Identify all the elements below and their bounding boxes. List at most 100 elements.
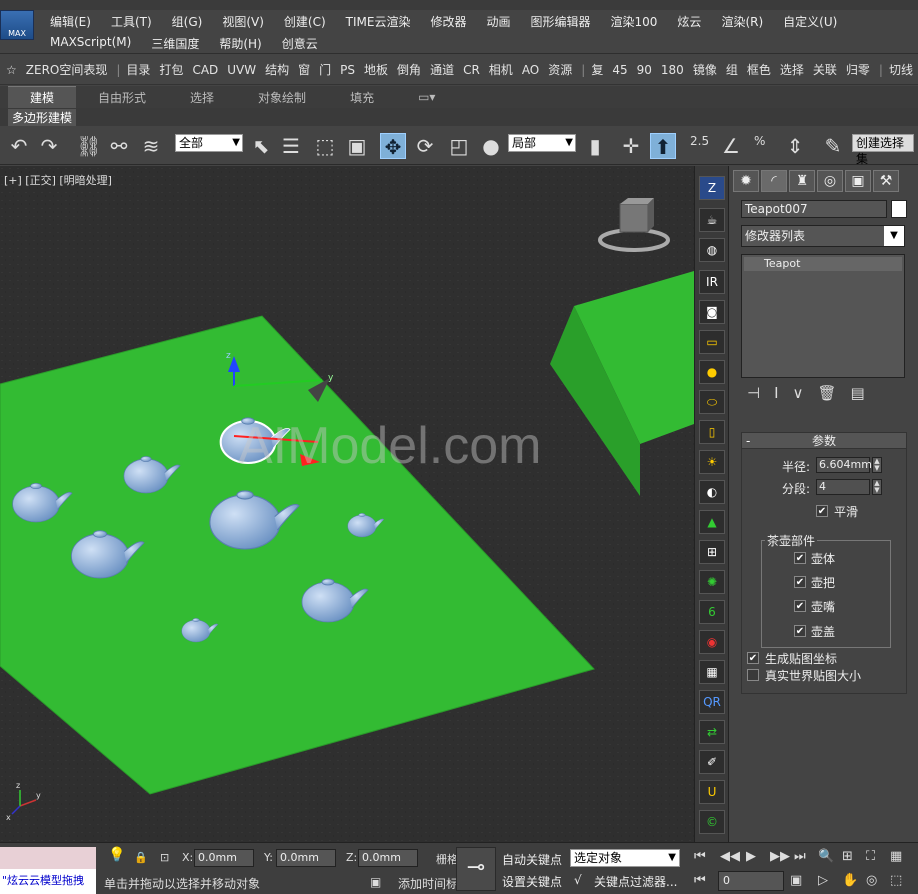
plugin-tool-17[interactable]: 资源 [548, 61, 572, 78]
motion-tab-icon[interactable]: ◎ [817, 170, 843, 192]
plugin-tool-27[interactable]: 关联 [813, 61, 837, 78]
shape-icon[interactable]: ◍ [699, 238, 725, 262]
plugin-tool-25[interactable]: 框色 [747, 61, 771, 78]
edit-named-selection-icon[interactable]: ✎ [820, 133, 846, 159]
configure-sets-icon[interactable]: ▤ [851, 384, 865, 408]
cylinder-light-icon[interactable]: ▯ [699, 420, 725, 444]
u-icon[interactable]: U [699, 780, 725, 804]
angle-snap-icon[interactable]: ∠ [718, 133, 744, 159]
plugin-tool-18[interactable]: | [581, 63, 585, 77]
six-icon[interactable]: 6 [699, 600, 725, 624]
key-mode-icon[interactable]: ⏮ [694, 873, 706, 888]
zoom-extents-icon[interactable]: ⛶ [866, 849, 875, 864]
maximize-viewport-icon[interactable]: ⬚ [890, 873, 902, 888]
menu-item-3[interactable]: 视图(V) [222, 13, 274, 30]
menu-item-0[interactable]: MAXScript(M) [50, 35, 141, 52]
zoom-extents-all-icon[interactable]: ▦ [890, 849, 902, 864]
plugin-tool-8[interactable]: 窗 [298, 61, 310, 78]
set-key-icon[interactable]: ⊸ [456, 847, 496, 891]
zoom-all-icon[interactable]: ⊞ [842, 849, 853, 864]
bind-spacewarp-icon[interactable]: ≋ [138, 133, 164, 159]
body-checkbox[interactable]: ✔ [794, 552, 806, 564]
plugin-tool-3[interactable]: 目录 [126, 61, 150, 78]
undo-icon[interactable]: ↶ [6, 133, 32, 159]
ribbon-tab-0[interactable]: 建模 [8, 86, 77, 108]
plugin-tool-5[interactable]: CAD [192, 63, 218, 77]
x-coord-input[interactable]: 0.0mm [194, 849, 254, 867]
next-frame-icon[interactable]: ▶▶ [770, 849, 790, 864]
handle-checkbox[interactable]: ✔ [794, 576, 806, 588]
set-key-button[interactable]: 设置关键点 [502, 873, 562, 890]
plugin-tool-28[interactable]: 归零 [846, 61, 870, 78]
segments-input[interactable]: 4 [816, 479, 870, 495]
sphere-light-icon[interactable]: ● [699, 360, 725, 384]
radius-input[interactable]: 6.604mm [816, 457, 872, 473]
maxscript-listener[interactable]: "炫云云模型拖拽 [0, 869, 96, 894]
viewport[interactable]: z y z y x [+] [正交] [明暗处理] AIModel.com [0, 166, 694, 842]
select-by-name-icon[interactable]: ☰ [278, 133, 304, 159]
link-icon[interactable]: ⛓ [76, 133, 102, 159]
record-icon[interactable]: ◉ [699, 630, 725, 654]
aperture-icon[interactable]: ✺ [699, 570, 725, 594]
pin-stack-icon[interactable]: ⊣ [747, 384, 760, 408]
select-move-icon[interactable]: ✥ [380, 133, 406, 159]
show-end-result-icon[interactable]: Ⅰ [774, 384, 778, 408]
plugin-tool-13[interactable]: 通道 [430, 61, 454, 78]
segments-spinner[interactable]: ▲ ▼ [872, 479, 882, 495]
stack-item-teapot[interactable]: Teapot [744, 257, 902, 271]
gen-map-coords-checkbox[interactable]: ✔ [747, 652, 759, 664]
place-icon[interactable]: ● [478, 133, 504, 159]
percent-snap-label[interactable]: % [754, 134, 765, 148]
modifier-stack[interactable]: Teapot [741, 254, 905, 378]
hierarchy-tab-icon[interactable]: ♜ [789, 170, 815, 192]
maxscript-listener-top[interactable] [0, 847, 96, 869]
menu-item-5[interactable]: TIME云渲染 [346, 13, 421, 30]
polygon-modeling-label[interactable]: 多边形建模 [8, 109, 77, 126]
object-name-field[interactable]: Teapot007 [741, 200, 887, 218]
absolute-mode-icon[interactable]: ⊡ [160, 851, 169, 864]
sun-icon[interactable]: ☀ [699, 450, 725, 474]
pan-icon[interactable]: ✋ [842, 873, 858, 888]
rect-selection-icon[interactable]: ⬚ [312, 133, 338, 159]
plugin-tool-10[interactable]: PS [340, 63, 355, 77]
add-time-tag[interactable]: 添加时间标 [398, 875, 458, 892]
plugin-tool-6[interactable]: UVW [227, 63, 256, 77]
menu-item-7[interactable]: 动画 [486, 13, 520, 30]
auto-key-button[interactable]: 自动关键点 [502, 851, 562, 868]
create-tab-icon[interactable]: ✹ [733, 170, 759, 192]
object-color-swatch[interactable] [891, 200, 907, 218]
camera-icon[interactable]: ◙ [699, 300, 725, 324]
lock-icon[interactable]: 🔒 [134, 851, 148, 864]
bulb-icon[interactable]: 💡 [108, 847, 125, 863]
unlink-icon[interactable]: ⚯ [106, 133, 132, 159]
radius-spinner[interactable]: ▲ ▼ [872, 457, 882, 473]
viewport-label[interactable]: [+] [正交] [明暗处理] [4, 172, 112, 188]
current-frame-input[interactable]: 0 [718, 871, 784, 891]
disc-light-icon[interactable]: ⬭ [699, 390, 725, 414]
selection-filter-select[interactable]: 全部 ▼ [175, 134, 243, 152]
ribbon-tab-2[interactable]: 选择 [168, 87, 236, 108]
real-world-map-checkbox[interactable] [747, 669, 759, 681]
plugin-tool-9[interactable]: 门 [319, 61, 331, 78]
plugin-tool-12[interactable]: 倒角 [397, 61, 421, 78]
plugin-tool-16[interactable]: AO [522, 63, 539, 77]
transfer-icon[interactable]: ⇄ [699, 720, 725, 744]
menu-item-0[interactable]: 编辑(E) [50, 13, 101, 30]
keyboard-shortcut-override-icon[interactable]: ⬆ [650, 133, 676, 159]
plugin-tool-20[interactable]: 45 [612, 63, 627, 77]
plugin-tool-11[interactable]: 地板 [364, 61, 388, 78]
rollout-header[interactable]: - 参数 [742, 433, 906, 449]
dropper-icon[interactable]: ✐ [699, 750, 725, 774]
plugin-tool-30[interactable]: 切线 [889, 61, 913, 78]
plugin-tool-2[interactable]: | [116, 63, 120, 77]
time-tag-icon[interactable]: ▣ [370, 875, 381, 889]
display-tab-icon[interactable]: ▣ [845, 170, 871, 192]
selection-set-dropdown[interactable]: 选定对象 ▼ [570, 849, 680, 867]
lid-checkbox[interactable]: ✔ [794, 625, 806, 637]
plugin-tool-24[interactable]: 组 [726, 61, 738, 78]
ribbon-tab-4[interactable]: 填充 [328, 87, 396, 108]
plugin-tool-23[interactable]: 镜像 [693, 61, 717, 78]
plugin-tool-14[interactable]: CR [463, 63, 480, 77]
plugin-tool-22[interactable]: 180 [661, 63, 684, 77]
time-config-icon[interactable]: ▣ [790, 873, 802, 888]
